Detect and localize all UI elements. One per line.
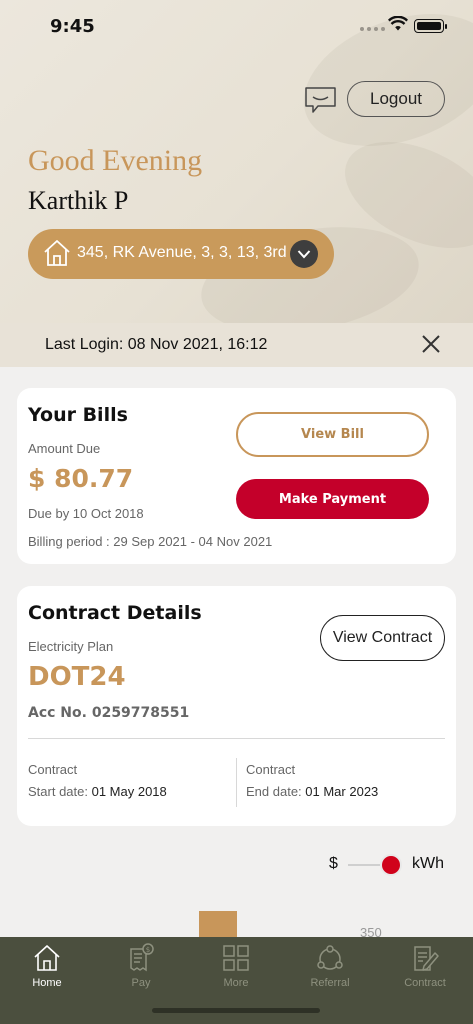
home-icon: [34, 945, 60, 971]
start-date-value: 01 May 2018: [91, 784, 167, 799]
amount-due-value: $ 80.77: [28, 464, 134, 493]
greeting-text: Good Evening: [28, 144, 203, 177]
signal-icon: [360, 27, 385, 31]
contract-title: Contract Details: [28, 602, 202, 624]
last-login-text: Last Login: 08 Nov 2021, 16:12: [45, 336, 268, 353]
status-bar: 9:45: [0, 0, 473, 52]
divider: [236, 758, 237, 807]
dollar-label: $: [329, 855, 338, 872]
nav-item-more[interactable]: More: [189, 937, 283, 997]
close-icon[interactable]: [421, 334, 441, 354]
end-date-row: End date: 01 Mar 2023: [246, 784, 378, 799]
end-contract-label: Contract: [246, 762, 296, 777]
nav-item-referral[interactable]: Referral: [283, 937, 377, 997]
contract-card: Contract Details Electricity Plan DOT24 …: [17, 586, 456, 826]
nav-label-pay: Pay: [131, 977, 151, 989]
status-time: 9:45: [50, 16, 95, 37]
start-contract-label: Contract: [28, 762, 78, 777]
start-date-row: Start date: 01 May 2018: [28, 784, 167, 799]
toggle-knob[interactable]: [380, 854, 402, 876]
view-bill-button[interactable]: View Bill: [236, 412, 429, 457]
nav-label-more: More: [223, 977, 249, 989]
nav-label-contract: Contract: [404, 977, 446, 989]
battery-icon: [414, 19, 447, 33]
address-text: 345, RK Avenue, 3, 3, 13, 3rd: [77, 244, 287, 261]
contract-icon: [414, 946, 439, 971]
due-date-text: Due by 10 Oct 2018: [28, 506, 144, 521]
referral-icon: [317, 945, 343, 970]
wifi-icon: [388, 16, 408, 31]
last-login-banner: Last Login: 08 Nov 2021, 16:12: [0, 323, 473, 367]
view-contract-button[interactable]: View Contract: [320, 615, 445, 661]
house-icon: [44, 240, 70, 266]
start-date-prefix: Start date:: [28, 784, 88, 799]
make-payment-button[interactable]: Make Payment: [236, 479, 429, 519]
nav-item-home[interactable]: Home: [0, 937, 94, 997]
user-name: Karthik P: [28, 186, 129, 215]
usage-chart-bar[interactable]: [199, 911, 237, 937]
nav-item-contract[interactable]: Contract: [378, 937, 472, 997]
nav-label-home: Home: [32, 977, 62, 989]
unit-toggle[interactable]: $ kWh: [327, 852, 447, 878]
end-date-value: 01 Mar 2023: [305, 784, 379, 799]
bills-title: Your Bills: [28, 404, 128, 426]
pay-icon: $: [130, 943, 154, 972]
chevron-down-icon: [297, 250, 311, 259]
address-selector[interactable]: 345, RK Avenue, 3, 3, 13, 3rd: [28, 229, 334, 279]
kwh-label: kWh: [412, 855, 444, 872]
amount-due-label: Amount Due: [28, 441, 101, 456]
grid-icon: [223, 945, 249, 971]
logout-button[interactable]: Logout: [347, 81, 445, 117]
account-number: Acc No. 0259778551: [28, 705, 190, 721]
plan-label: Electricity Plan: [28, 639, 114, 654]
nav-item-pay[interactable]: $ Pay: [94, 937, 188, 997]
billing-period-text: Billing period : 29 Sep 2021 - 04 Nov 20…: [28, 534, 273, 549]
address-dropdown-button[interactable]: [290, 240, 318, 268]
message-icon[interactable]: [304, 86, 337, 114]
plan-name: DOT24: [28, 662, 126, 692]
home-indicator: [152, 1008, 320, 1013]
bills-card: Your Bills Amount Due $ 80.77 Due by 10 …: [17, 388, 456, 564]
end-date-prefix: End date:: [246, 784, 302, 799]
divider: [28, 738, 445, 739]
nav-label-referral: Referral: [310, 977, 350, 989]
svg-text:$: $: [146, 946, 150, 954]
